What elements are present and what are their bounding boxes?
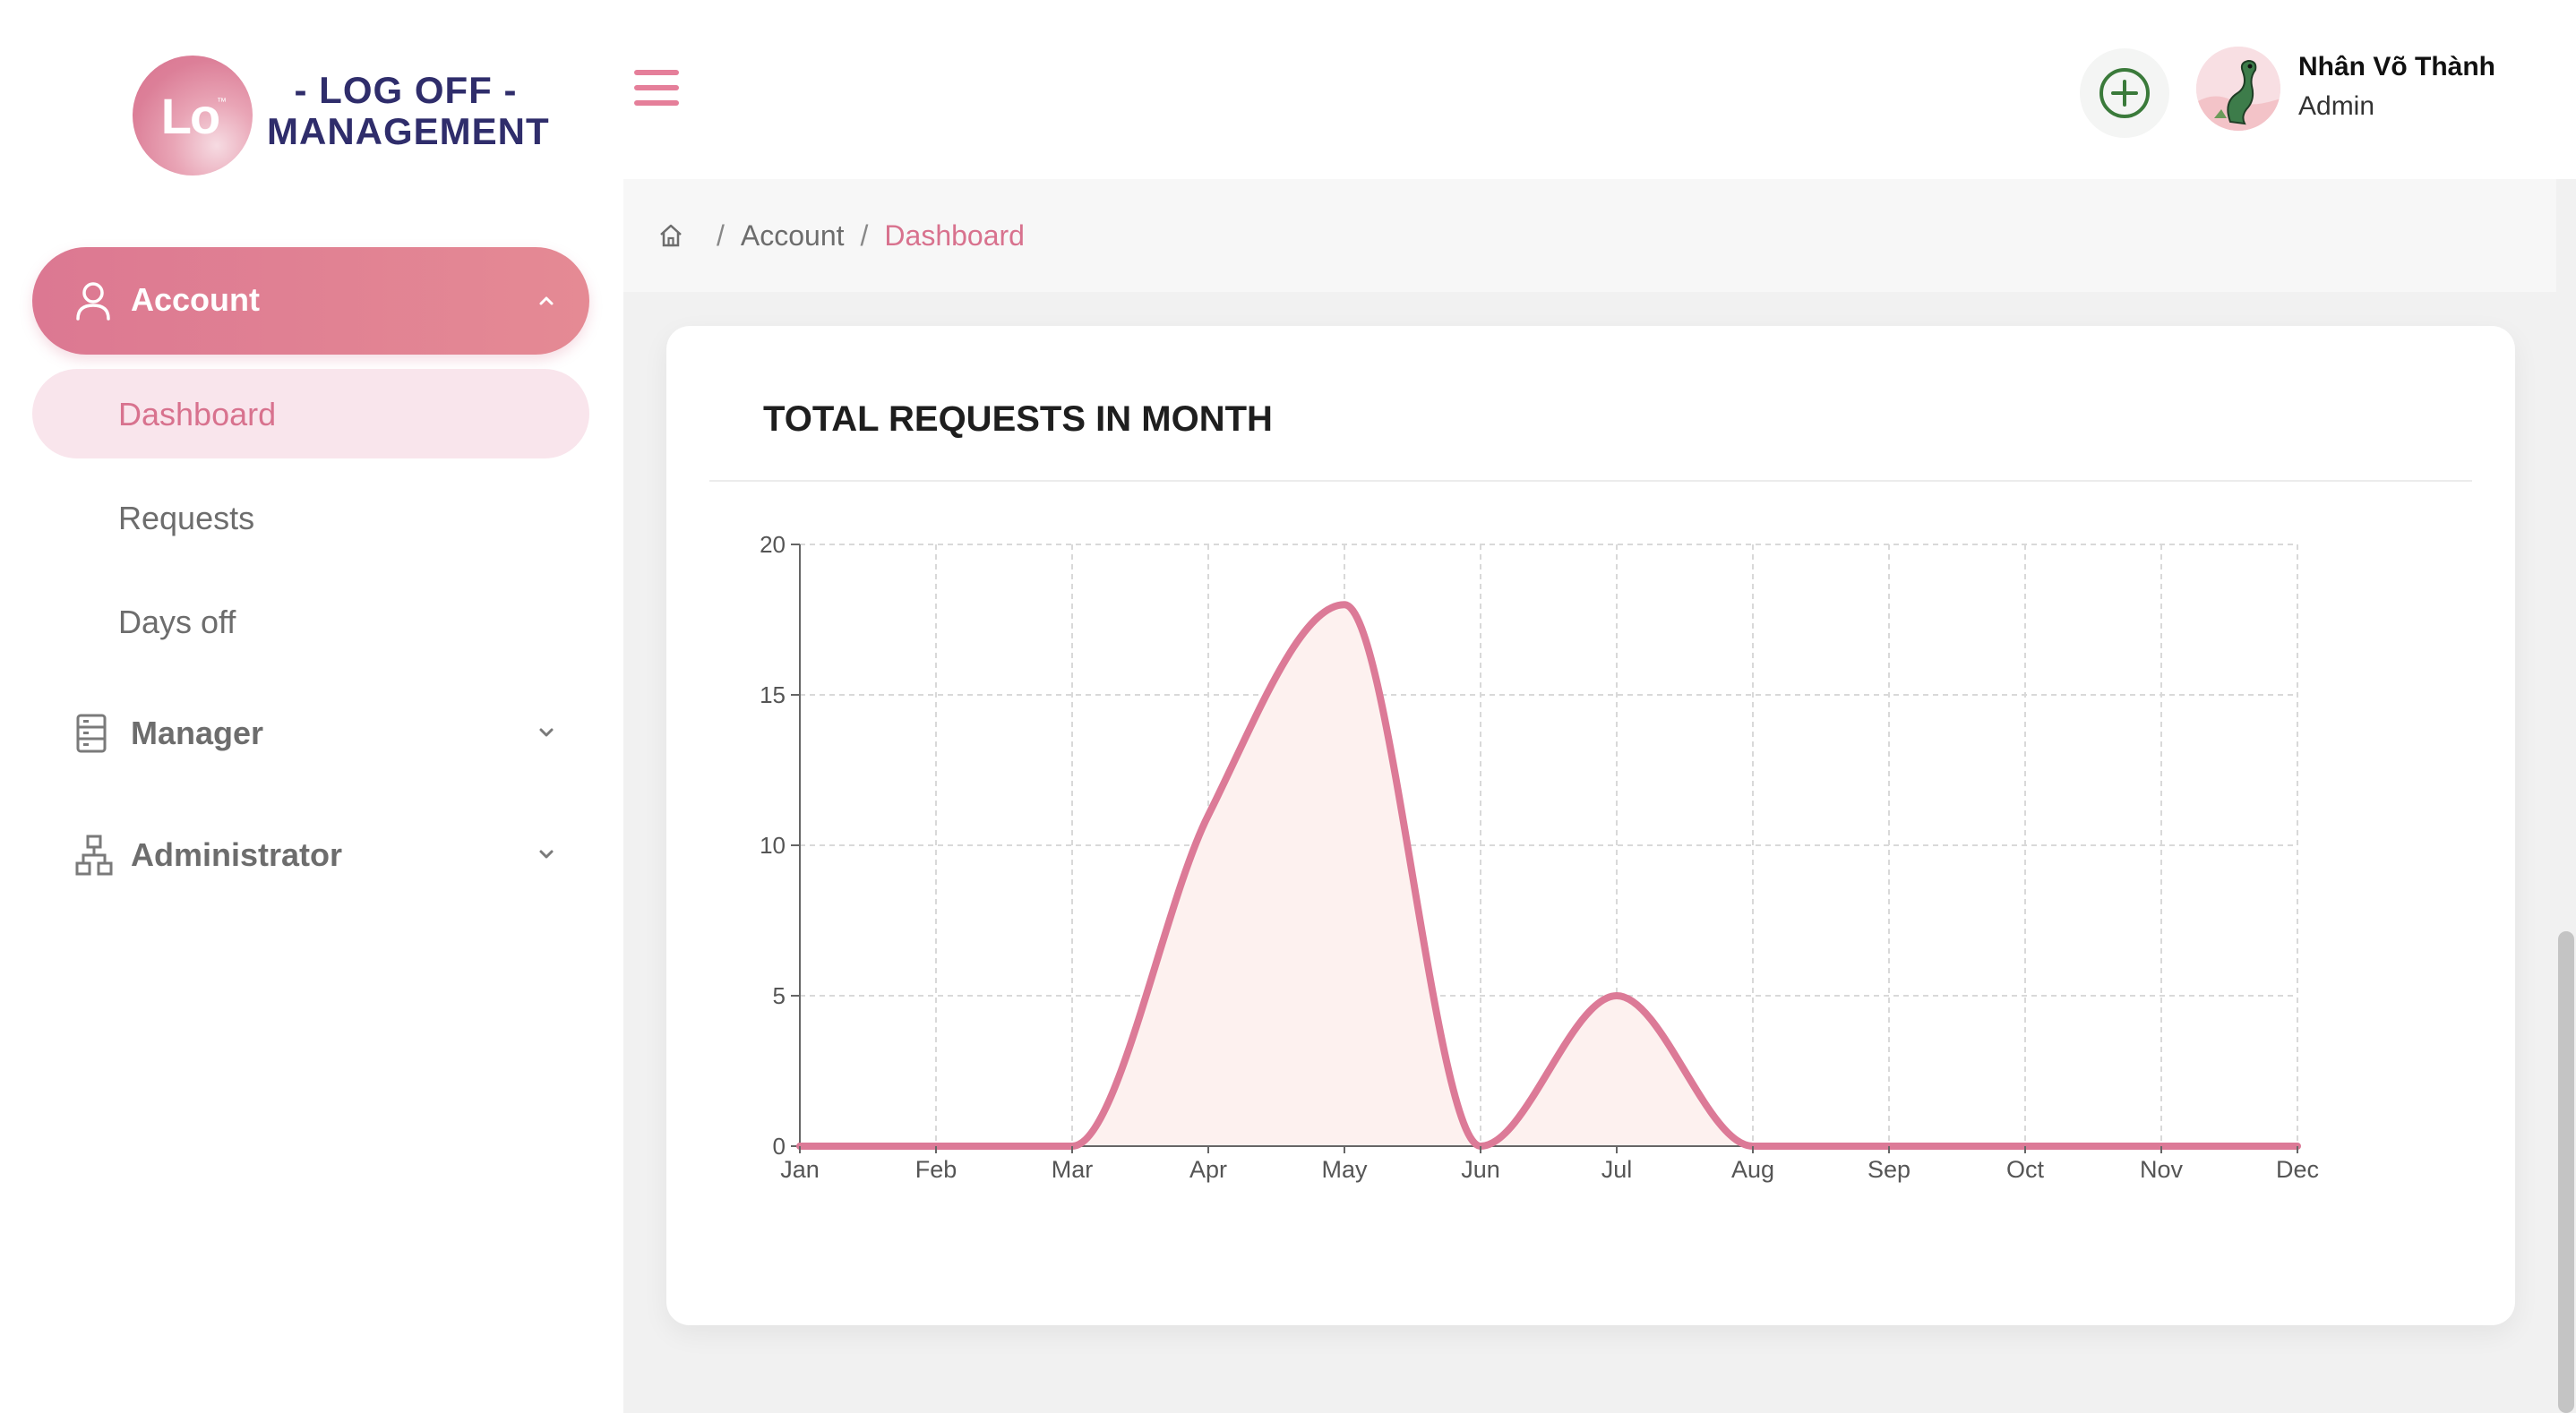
- x-tick-label: Dec: [2276, 1156, 2319, 1183]
- x-tick-label: May: [1321, 1156, 1368, 1183]
- avatar-image: [2196, 47, 2280, 131]
- card-title: TOTAL REQUESTS IN MONTH: [763, 399, 1273, 439]
- hamburger-icon[interactable]: [634, 70, 679, 109]
- sidebar-item-manager[interactable]: Manager: [32, 689, 589, 779]
- brand-line-1: - LOG OFF -: [294, 69, 518, 111]
- requests-chart: 05101520Jan Feb Mar Apr May Jun Jul Aug Sep Oct No…: [760, 531, 2319, 1183]
- x-tick-label: Apr: [1189, 1156, 1227, 1183]
- x-tick-label: Nov: [2140, 1156, 2184, 1183]
- user-role: Admin: [2298, 91, 2375, 121]
- x-tick-label: Aug: [1731, 1156, 1774, 1183]
- x-tick-label: Jan: [780, 1156, 820, 1183]
- hierarchy-icon: [75, 835, 113, 876]
- y-tick-label: 15: [760, 681, 786, 708]
- top-header: Lo ™ - LOG OFF - MANAGEMENT Nhân Võ Thàn…: [0, 0, 2576, 179]
- sidebar-item-label: Days off: [118, 604, 236, 640]
- sidebar-item-days-off[interactable]: Days off: [32, 577, 589, 666]
- scrollbar[interactable]: [2556, 179, 2576, 1413]
- brand-line-2: MANAGEMENT: [267, 110, 550, 152]
- breadcrumb-account[interactable]: Account: [741, 219, 845, 253]
- divider: [709, 480, 2472, 482]
- sidebar-item-dashboard[interactable]: Dashboard: [32, 369, 589, 458]
- scrollbar-thumb[interactable]: [2558, 931, 2574, 1413]
- plus-circle-icon: [2099, 68, 2150, 118]
- y-tick-label: 20: [760, 531, 786, 558]
- x-tick-label: Oct: [2006, 1156, 2045, 1183]
- sidebar-item-account[interactable]: Account: [32, 247, 589, 355]
- sidebar-item-label: Dashboard: [118, 396, 277, 432]
- x-tick-label: Feb: [915, 1156, 957, 1183]
- x-tick-label: Mar: [1052, 1156, 1094, 1183]
- logo[interactable]: Lo ™: [133, 56, 253, 176]
- add-button[interactable]: [2080, 48, 2169, 138]
- x-tick-label: Jul: [1601, 1156, 1633, 1183]
- logo-trademark: ™: [217, 97, 227, 107]
- chevron-down-icon: [539, 728, 554, 737]
- breadcrumb-separator: /: [717, 218, 725, 252]
- sidebar-item-label: Administrator: [131, 836, 343, 873]
- breadcrumb: / Account / Dashboard: [623, 179, 2576, 292]
- y-tick-label: 5: [773, 982, 786, 1009]
- breadcrumb-separator: /: [860, 218, 869, 252]
- home-icon[interactable]: [657, 222, 684, 249]
- sidebar-item-label: Requests: [118, 500, 255, 536]
- chevron-up-icon: [539, 296, 554, 305]
- sidebar-item-label: Account: [131, 281, 260, 318]
- user-icon: [76, 282, 110, 321]
- chart-card: TOTAL REQUESTS IN MONTH 0 5 10 15 20 Jan Feb Ma…: [666, 326, 2515, 1325]
- sidebar: Account Dashboard Requests Days off Mana…: [0, 179, 623, 1413]
- sidebar-item-administrator[interactable]: Administrator: [32, 811, 589, 901]
- chevron-down-icon: [539, 850, 554, 859]
- user-name: Nhân Võ Thành: [2298, 52, 2495, 81]
- breadcrumb-current: Dashboard: [884, 218, 1025, 252]
- brand-name: - LOG OFF - MANAGEMENT: [267, 69, 550, 152]
- main-content: / Account / Dashboard TOTAL REQUESTS IN …: [623, 179, 2576, 1413]
- x-tick-label: Sep: [1868, 1156, 1911, 1183]
- series-line: [796, 601, 2301, 1151]
- sidebar-item-label: Manager: [131, 715, 264, 751]
- avatar[interactable]: [2196, 47, 2280, 131]
- sidebar-item-requests[interactable]: Requests: [32, 473, 589, 562]
- y-tick-label: 10: [760, 832, 786, 859]
- server-list-icon: [76, 714, 107, 753]
- logo-text: Lo: [160, 87, 220, 144]
- x-tick-label: Jun: [1461, 1156, 1500, 1183]
